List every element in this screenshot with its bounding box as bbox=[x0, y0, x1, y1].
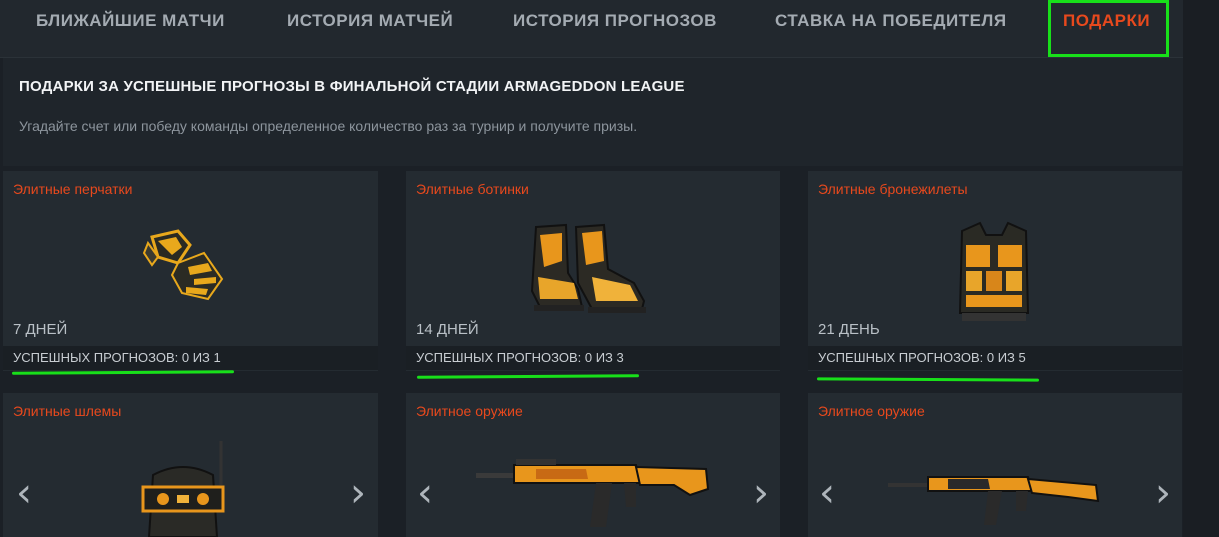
reward-progress: УСПЕШНЫХ ПРОГНОЗОВ: 0 ИЗ 3 bbox=[406, 346, 780, 370]
carousel-next-arrow[interactable]: › bbox=[345, 473, 371, 513]
boots-icon bbox=[530, 223, 646, 313]
carousel-prev-arrow[interactable]: ‹ bbox=[814, 473, 840, 513]
reward-name: Элитное оружие bbox=[818, 403, 925, 419]
green-underline bbox=[416, 374, 640, 379]
reward-progress: УСПЕШНЫХ ПРОГНОЗОВ: 0 ИЗ 5 bbox=[808, 346, 1182, 370]
reward-name: Элитные ботинки bbox=[416, 181, 529, 197]
carousel-prev-arrow[interactable]: ‹ bbox=[11, 473, 37, 513]
green-underline bbox=[11, 370, 235, 375]
page-title: ПОДАРКИ ЗА УСПЕШНЫЕ ПРОГНОЗЫ В ФИНАЛЬНОЙ… bbox=[19, 78, 685, 95]
reward-card-vest[interactable]: Элитные бронежилеты 21 ДЕНЬ УСПЕШНЫХ ПРО… bbox=[808, 171, 1182, 371]
gloves-icon bbox=[142, 229, 224, 301]
tab-bar: БЛИЖАЙШИЕ МАТЧИ ИСТОРИЯ МАТЧЕЙ ИСТОРИЯ П… bbox=[0, 0, 1183, 58]
tab-winner-bet[interactable]: СТАВКА НА ПОБЕДИТЕЛЯ bbox=[775, 0, 1007, 42]
reward-duration: 21 ДЕНЬ bbox=[818, 321, 880, 338]
green-underline bbox=[816, 377, 1040, 382]
reward-card-boots[interactable]: Элитные ботинки 14 ДНЕЙ УСПЕШНЫХ ПРОГНОЗ… bbox=[406, 171, 780, 371]
reward-name: Элитные шлемы bbox=[13, 403, 122, 419]
reward-name: Элитные перчатки bbox=[13, 181, 133, 197]
reward-card-helmet[interactable]: Элитные шлемы ‹ › bbox=[3, 393, 378, 537]
tab-match-history[interactable]: ИСТОРИЯ МАТЧЕЙ bbox=[287, 0, 453, 42]
reward-name: Элитное оружие bbox=[416, 403, 523, 419]
rifle-icon bbox=[888, 476, 1100, 525]
carousel-next-arrow[interactable]: › bbox=[748, 473, 774, 513]
smg-icon bbox=[476, 459, 710, 527]
reward-progress: УСПЕШНЫХ ПРОГНОЗОВ: 0 ИЗ 1 bbox=[3, 346, 378, 370]
header-panel bbox=[3, 58, 1183, 166]
reward-card-weapon-1[interactable]: Элитное оружие ‹ › bbox=[406, 393, 780, 537]
right-gutter bbox=[1183, 0, 1219, 537]
tab-prediction-history[interactable]: ИСТОРИЯ ПРОГНОЗОВ bbox=[513, 0, 717, 42]
vest-icon bbox=[958, 221, 1030, 321]
carousel-prev-arrow[interactable]: ‹ bbox=[412, 473, 438, 513]
reward-duration: 7 ДНЕЙ bbox=[13, 321, 68, 338]
reward-name: Элитные бронежилеты bbox=[818, 181, 968, 197]
page-subtitle: Угадайте счет или победу команды определ… bbox=[19, 118, 638, 134]
reward-card-gloves[interactable]: Элитные перчатки 7 ДНЕЙ УСПЕШНЫХ ПРОГНОЗ… bbox=[3, 171, 378, 371]
tab-upcoming-matches[interactable]: БЛИЖАЙШИЕ МАТЧИ bbox=[36, 0, 225, 42]
tab-highlight-box bbox=[1048, 0, 1169, 57]
reward-card-weapon-2[interactable]: Элитное оружие ‹ › bbox=[808, 393, 1182, 537]
helmet-icon bbox=[141, 441, 225, 537]
carousel-next-arrow[interactable]: › bbox=[1150, 473, 1176, 513]
reward-duration: 14 ДНЕЙ bbox=[416, 321, 479, 338]
